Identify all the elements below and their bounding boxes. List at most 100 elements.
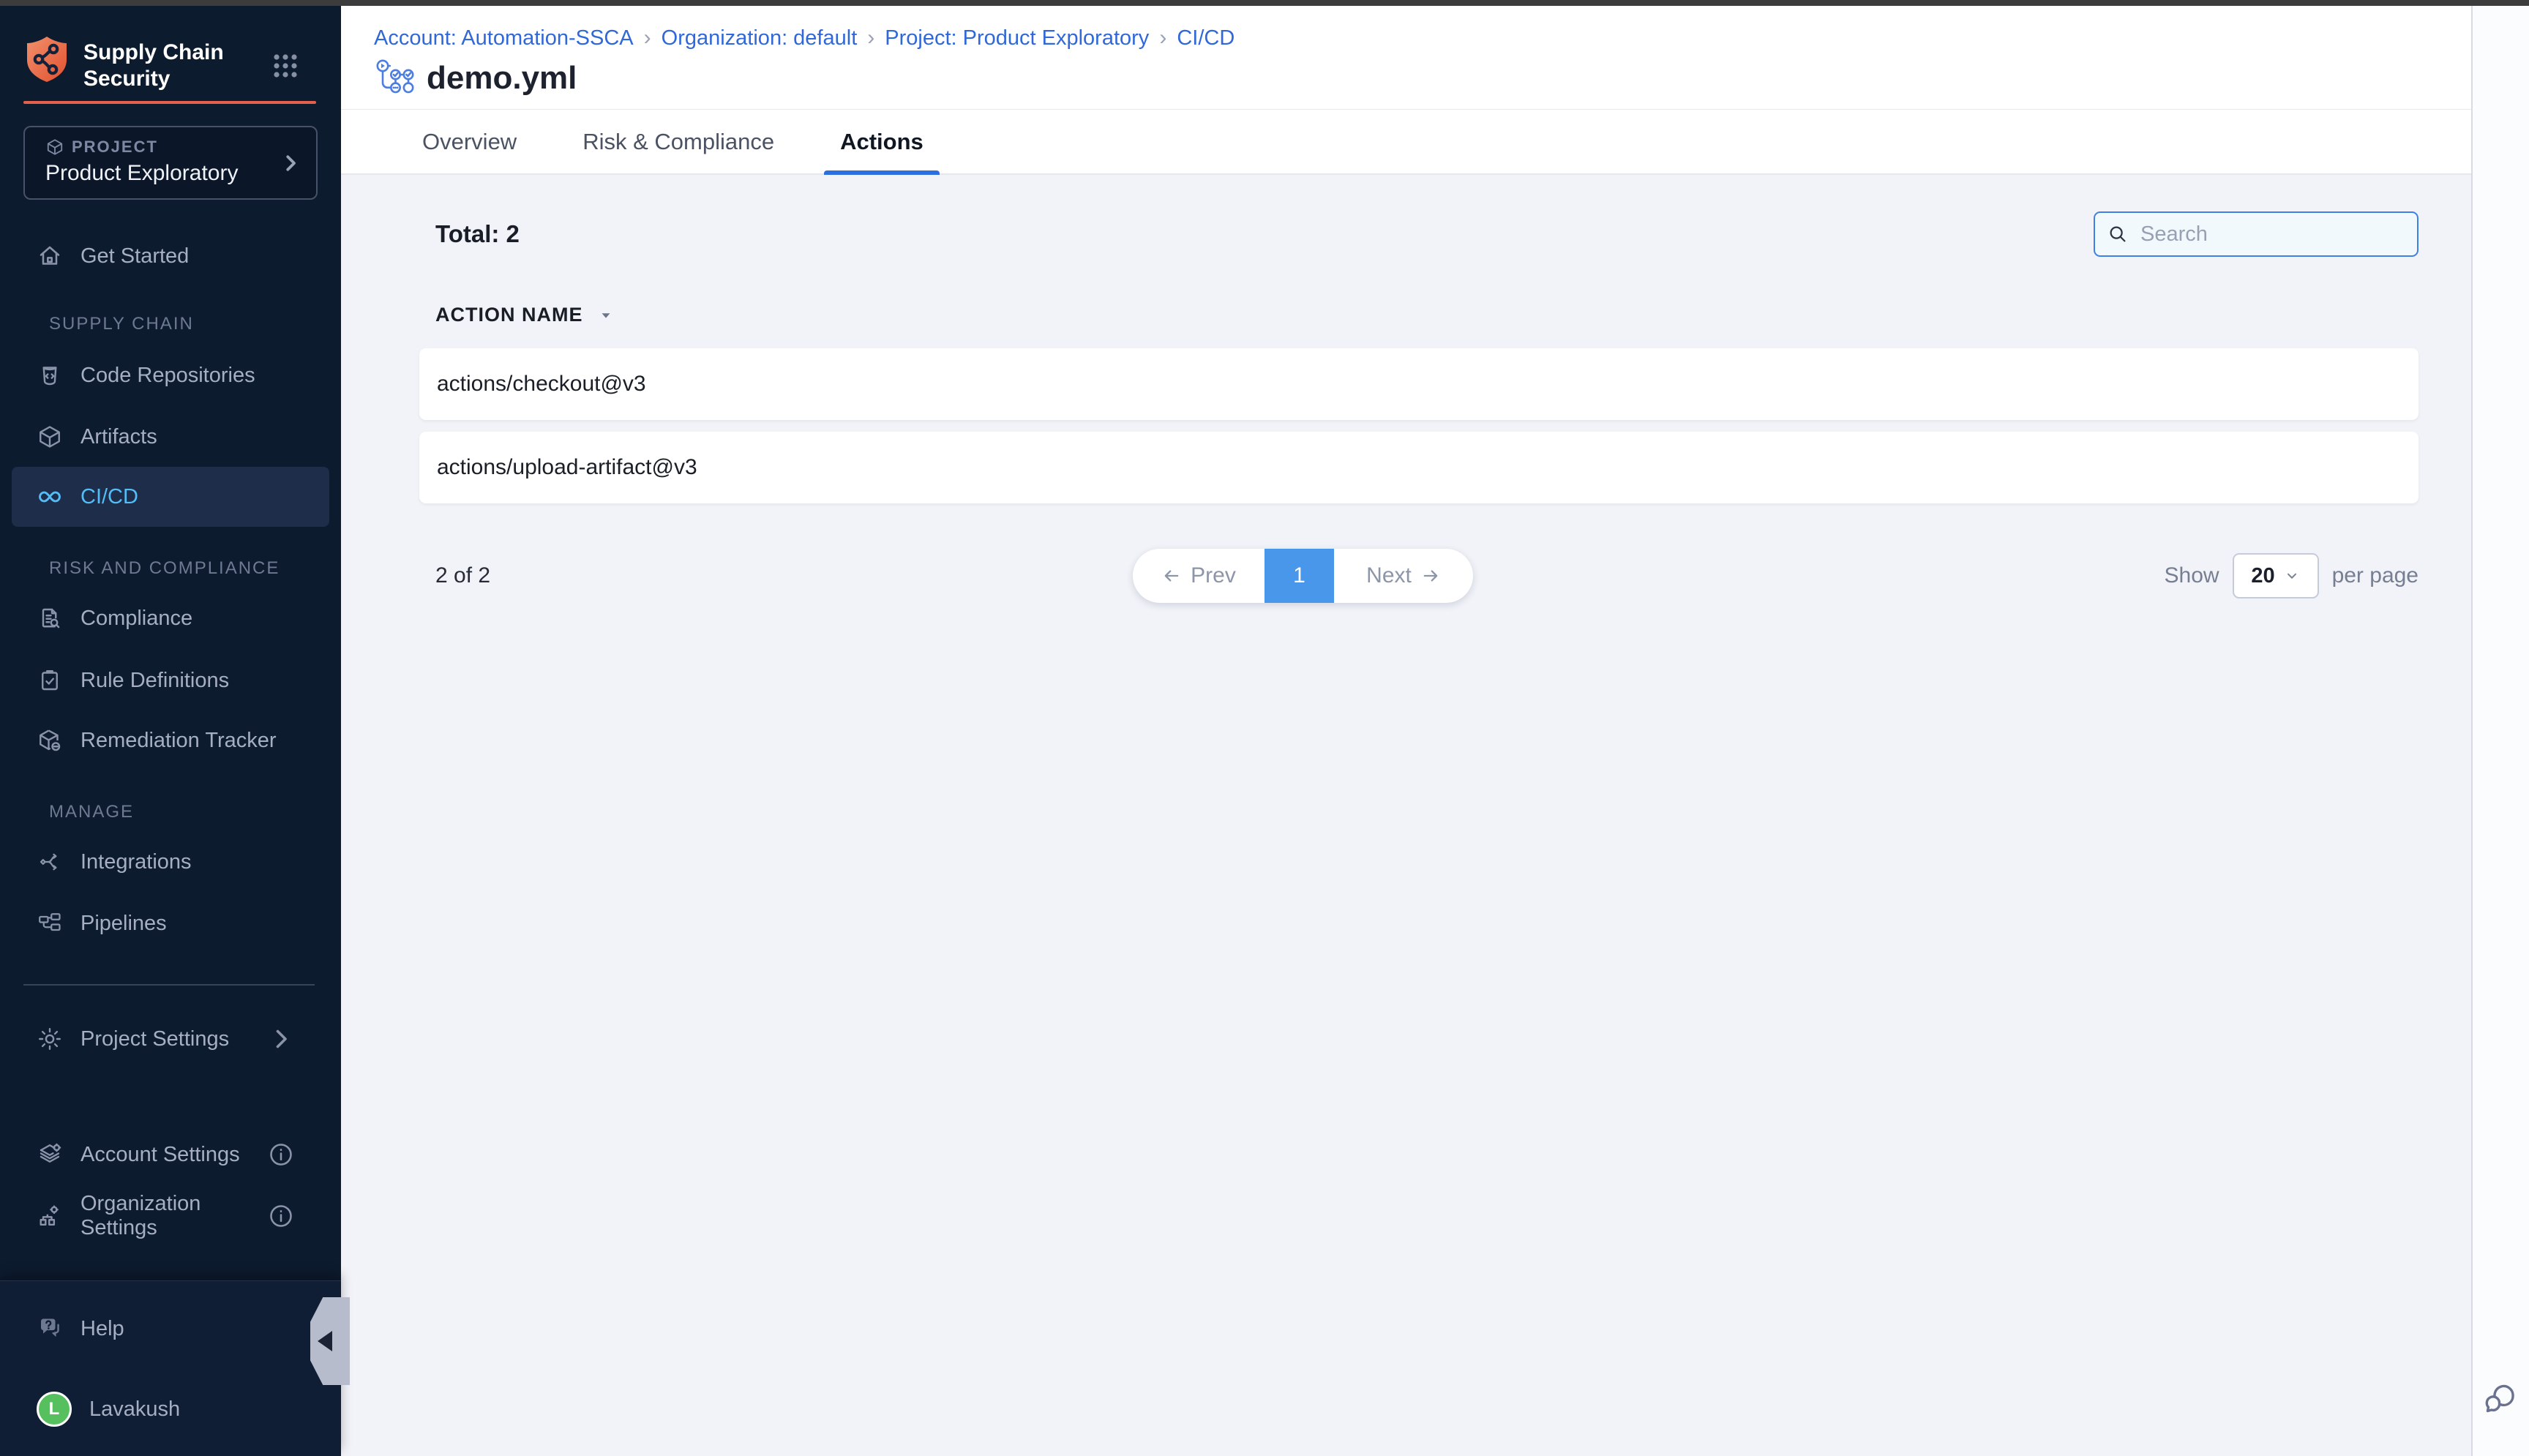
sidebar-item-help[interactable]: Help <box>12 1299 329 1358</box>
next-label: Next <box>1366 563 1412 588</box>
sidebar-item-label: Pipelines <box>80 912 167 936</box>
breadcrumb-organization-link[interactable]: Organization: default <box>662 26 858 50</box>
pipeline-nodes-icon <box>37 910 63 937</box>
cube-icon <box>45 138 64 157</box>
page-title: demo.yml <box>427 60 577 97</box>
sidebar-item-label: Organization Settings <box>80 1192 268 1240</box>
infinity-icon <box>37 484 63 510</box>
column-action-name[interactable]: ACTION NAME <box>435 304 583 326</box>
show-label: Show <box>2165 563 2219 588</box>
tab-label: Overview <box>422 129 517 155</box>
sidebar-collapse-toggle[interactable] <box>310 1297 350 1385</box>
next-page-button[interactable]: Next <box>1334 549 1473 603</box>
project-card-label: PROJECT <box>72 138 158 157</box>
project-card-name: Product Exploratory <box>45 161 301 186</box>
sidebar-item-code-repositories[interactable]: Code Repositories <box>12 346 329 405</box>
sidebar-bottom-panel: Help L Lavakush <box>0 1280 341 1456</box>
shield-git-branch-icon <box>23 35 70 83</box>
page-header: Account: Automation-SSCA › Organization:… <box>341 6 2471 110</box>
sidebar-item-label: Help <box>80 1317 124 1341</box>
action-name-cell: actions/upload-artifact@v3 <box>437 455 697 480</box>
integrations-branch-icon <box>37 849 63 875</box>
sidebar-item-label: Remediation Tracker <box>80 729 277 753</box>
app-switcher-icon[interactable] <box>271 51 300 80</box>
pipeline-workflow-icon <box>374 58 415 99</box>
sidebar-item-label: Project Settings <box>80 1027 229 1051</box>
section-risk-and-compliance: RISK AND COMPLIANCE <box>0 558 341 579</box>
sidebar-item-pipelines[interactable]: Pipelines <box>12 894 329 953</box>
sidebar-divider <box>23 984 315 986</box>
sidebar-item-label: Rule Definitions <box>80 669 229 693</box>
info-icon[interactable] <box>268 1203 294 1229</box>
box-tool-icon <box>37 727 63 754</box>
section-manage: MANAGE <box>0 801 341 823</box>
sidebar-item-account-settings[interactable]: Account Settings <box>12 1125 329 1184</box>
breadcrumb: Account: Automation-SSCA › Organization:… <box>374 26 2471 50</box>
home-icon <box>37 243 63 269</box>
top-window-strip <box>0 0 2529 6</box>
layers-gear-icon <box>37 1141 63 1168</box>
table-row[interactable]: actions/checkout@v3 <box>419 348 2419 420</box>
info-icon[interactable] <box>268 1141 294 1168</box>
user-name: Lavakush <box>89 1397 180 1422</box>
arrow-left-icon <box>1161 566 1182 586</box>
breadcrumb-project-link[interactable]: Project: Product Exploratory <box>885 26 1149 50</box>
clipboard-check-icon <box>37 667 63 694</box>
tab-bar: Overview Risk & Compliance Actions <box>341 110 2471 175</box>
right-utility-strip <box>2471 6 2529 1456</box>
chat-question-icon <box>37 1316 63 1342</box>
sidebar-item-integrations[interactable]: Integrations <box>12 833 329 891</box>
sidebar-item-label: Integrations <box>80 850 192 874</box>
orgchart-gear-icon <box>37 1203 63 1229</box>
sidebar-item-get-started[interactable]: Get Started <box>12 227 329 285</box>
per-page-label: per page <box>2332 563 2419 588</box>
sidebar-item-project-settings[interactable]: Project Settings <box>12 1010 329 1068</box>
sidebar-item-artifacts[interactable]: Artifacts <box>12 408 329 466</box>
search-box <box>2094 211 2419 257</box>
sidebar-item-cicd[interactable]: CI/CD <box>12 467 329 527</box>
sidebar-item-organization-settings[interactable]: Organization Settings <box>12 1187 329 1245</box>
page-1-button[interactable]: 1 <box>1264 549 1334 603</box>
project-selector-card[interactable]: PROJECT Product Exploratory <box>23 126 318 200</box>
breadcrumb-separator: › <box>1159 26 1166 50</box>
sidebar-item-rule-definitions[interactable]: Rule Definitions <box>12 651 329 710</box>
cube-icon <box>37 424 63 450</box>
logo-accent-divider <box>23 101 316 104</box>
tab-overview[interactable]: Overview <box>406 110 533 173</box>
page-size-value: 20 <box>2251 564 2274 588</box>
chevron-right-icon <box>280 152 301 174</box>
app-title: Supply Chain Security <box>83 35 224 92</box>
tab-actions[interactable]: Actions <box>824 110 940 173</box>
action-name-cell: actions/checkout@v3 <box>437 372 646 397</box>
breadcrumb-account-link[interactable]: Account: Automation-SSCA <box>374 26 634 50</box>
support-chat-icon[interactable] <box>2481 1380 2519 1418</box>
triangle-left-icon <box>318 1331 332 1351</box>
sidebar-item-label: CI/CD <box>80 485 138 509</box>
page-size-select[interactable]: 20 <box>2233 553 2319 598</box>
prev-page-button[interactable]: Prev <box>1133 549 1264 603</box>
sidebar-item-label: Get Started <box>80 244 189 269</box>
table-row[interactable]: actions/upload-artifact@v3 <box>419 432 2419 503</box>
sidebar-item-label: Account Settings <box>80 1143 240 1167</box>
tab-label: Actions <box>840 129 923 155</box>
section-supply-chain: SUPPLY CHAIN <box>0 313 341 335</box>
prev-label: Prev <box>1191 563 1236 588</box>
breadcrumb-separator: › <box>644 26 651 50</box>
tab-risk-compliance[interactable]: Risk & Compliance <box>566 110 790 173</box>
breadcrumb-cicd-link[interactable]: CI/CD <box>1177 26 1234 50</box>
user-avatar: L <box>37 1392 72 1427</box>
sidebar-item-remediation-tracker[interactable]: Remediation Tracker <box>12 711 329 770</box>
sidebar-item-compliance[interactable]: Compliance <box>12 589 329 648</box>
document-search-icon <box>37 605 63 631</box>
chevron-right-icon <box>268 1026 294 1052</box>
sort-caret-down-icon[interactable] <box>598 307 614 323</box>
search-icon <box>2107 223 2129 245</box>
app-logo: Supply Chain Security <box>23 35 341 101</box>
pagination-range-label: 2 of 2 <box>435 549 490 603</box>
active-tab-underline <box>824 170 940 175</box>
user-menu[interactable]: L Lavakush <box>12 1380 329 1438</box>
pagination: 2 of 2 Prev 1 Next Show 20 <box>419 549 2419 603</box>
search-input[interactable] <box>2094 211 2419 257</box>
code-repository-icon <box>37 362 63 389</box>
main-area: Account: Automation-SSCA › Organization:… <box>341 6 2471 1456</box>
